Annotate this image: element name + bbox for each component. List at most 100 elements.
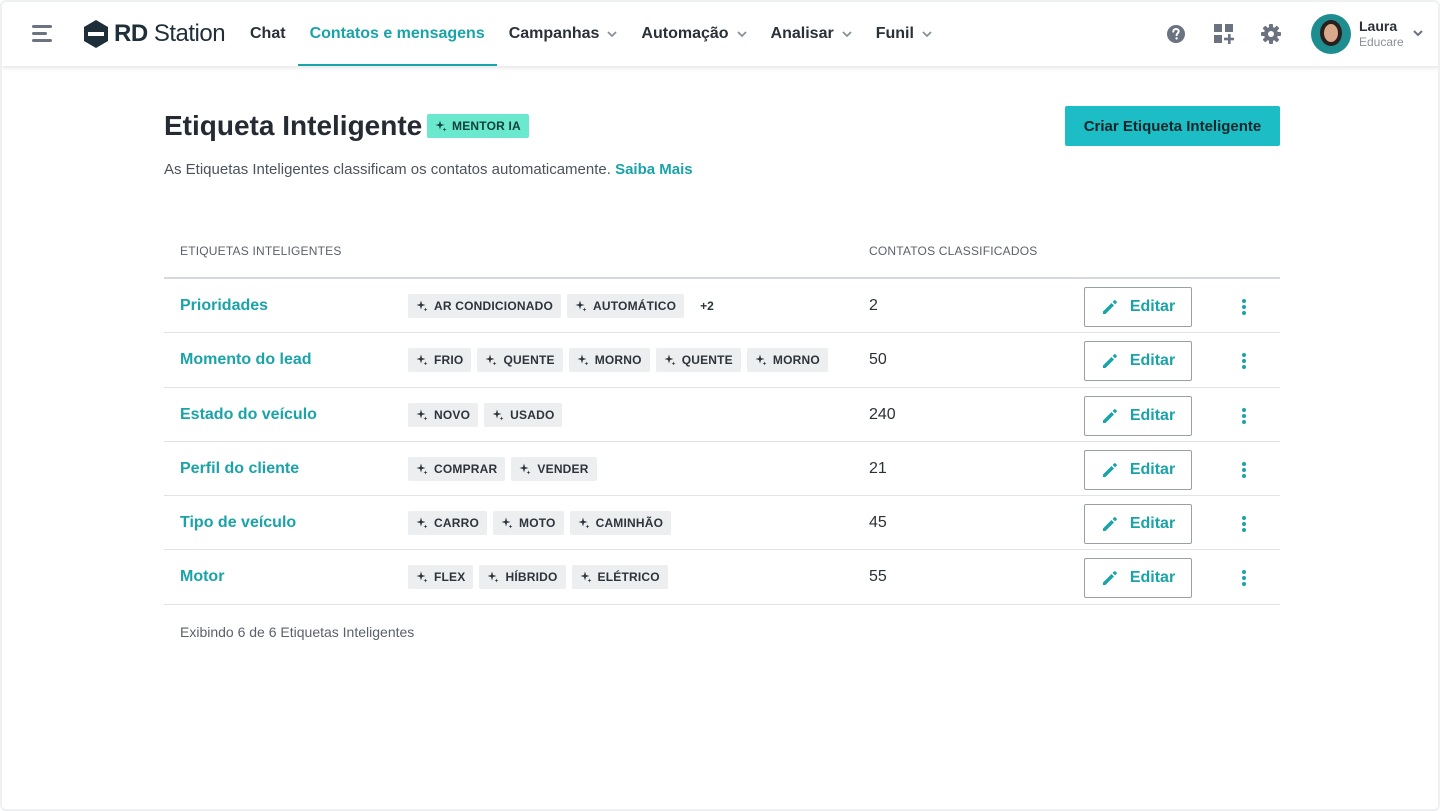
tag-chip: NOVO (408, 402, 479, 427)
classified-contacts-count: 45 (869, 514, 887, 532)
more-options-icon[interactable] (1238, 351, 1250, 371)
tag-chip: COMPRAR (408, 456, 506, 481)
sparkle-icon (519, 463, 531, 475)
more-options-icon[interactable] (1238, 568, 1250, 588)
pencil-icon (1102, 408, 1117, 423)
tag-chip: HÍBRIDO (479, 565, 566, 590)
smart-tag-name-link[interactable]: Prioridades (180, 297, 268, 315)
sparkle-icon (664, 354, 676, 366)
chevron-down-icon (607, 30, 618, 37)
more-options-icon[interactable] (1238, 406, 1250, 426)
nav-item-label: Automação (641, 25, 729, 42)
column-header-name: ETIQUETAS INTELIGENTES (180, 244, 342, 258)
table-row: Perfil do cliente COMPRAR VENDER 21 Editar (164, 442, 1280, 497)
brand-logo[interactable]: RD Station (82, 18, 226, 50)
more-options-icon[interactable] (1238, 297, 1250, 317)
sparkle-icon (416, 354, 428, 366)
more-options-icon[interactable] (1238, 514, 1250, 534)
classified-contacts-count: 50 (869, 351, 887, 369)
pencil-icon (1102, 462, 1117, 477)
user-name: Laura (1359, 18, 1398, 35)
edit-button-label: Editar (1129, 352, 1176, 370)
nav-item-4[interactable]: Analisar (759, 2, 864, 66)
sparkle-icon (487, 571, 499, 583)
sparkle-icon (578, 517, 590, 529)
more-options-icon[interactable] (1238, 460, 1250, 480)
tag-chip: CARRO (408, 511, 487, 536)
edit-button[interactable]: Editar (1084, 504, 1192, 545)
nav-item-5[interactable]: Funil (864, 2, 944, 66)
smart-tags-table: ETIQUETAS INTELIGENTES CONTATOS CLASSIFI… (164, 232, 1280, 605)
user-organization: Educare (1359, 35, 1404, 50)
more-tags-count[interactable]: +2 (700, 299, 714, 313)
tag-chip: CAMINHÃO (569, 511, 672, 536)
table-header: ETIQUETAS INTELIGENTES CONTATOS CLASSIFI… (164, 232, 1280, 279)
help-icon[interactable] (1165, 23, 1187, 45)
tag-list: AR CONDICIONADO AUTOMÁTICO +2 (408, 294, 714, 318)
edit-button[interactable]: Editar (1084, 558, 1192, 599)
pagination-summary: Exibindo 6 de 6 Etiquetas Inteligentes (180, 624, 415, 640)
column-header-count: CONTATOS CLASSIFICADOS (869, 244, 1038, 258)
sparkle-icon (435, 120, 447, 132)
classified-contacts-count: 55 (869, 568, 887, 586)
nav-item-label: Campanhas (508, 25, 600, 42)
sparkle-icon (580, 571, 592, 583)
sparkle-icon (416, 571, 428, 583)
smart-tag-name-link[interactable]: Momento do lead (180, 351, 312, 369)
edit-button[interactable]: Editar (1084, 449, 1192, 490)
chevron-down-icon (736, 30, 747, 37)
smart-tag-name-link[interactable]: Perfil do cliente (180, 460, 299, 478)
nav-item-label: Analisar (770, 25, 834, 42)
edit-button-label: Editar (1129, 298, 1176, 315)
apps-add-icon[interactable] (1213, 23, 1235, 45)
nav-item-label: Contatos e mensagens (309, 25, 485, 42)
smart-tag-name-link[interactable]: Motor (180, 568, 224, 586)
pencil-icon (1102, 517, 1117, 532)
tag-chip: AUTOMÁTICO (567, 294, 685, 318)
tag-list: CARRO MOTO CAMINHÃO (408, 511, 672, 536)
tag-list: FLEX HÍBRIDO ELÉTRICO (408, 565, 668, 590)
learn-more-link[interactable]: Saiba Mais (615, 161, 693, 178)
sparkle-icon (416, 409, 428, 421)
edit-button-label: Editar (1129, 569, 1176, 587)
sparkle-icon (575, 300, 587, 312)
edit-button-label: Editar (1129, 406, 1176, 424)
edit-button[interactable]: Editar (1084, 287, 1192, 327)
sparkle-icon (501, 517, 513, 529)
main-nav: Chat Contatos e mensagens Campanhas Automaç… (238, 2, 944, 66)
pencil-icon (1102, 300, 1117, 314)
tag-chip: FLEX (408, 565, 474, 590)
tag-chip: ELÉTRICO (571, 565, 668, 590)
sparkle-icon (416, 300, 428, 312)
edit-button[interactable]: Editar (1084, 395, 1192, 436)
tag-chip: USADO (484, 402, 563, 427)
tag-chip: QUENTE (477, 348, 563, 373)
tag-chip: FRIO (408, 348, 472, 373)
smart-tag-name-link[interactable]: Tipo de veículo (180, 514, 296, 532)
avatar (1311, 14, 1351, 54)
sparkle-icon (492, 409, 504, 421)
nav-item-1[interactable]: Contatos e mensagens (297, 2, 497, 66)
brand-name: RD Station (114, 20, 226, 47)
table-row: Tipo de veículo CARRO MOTO CAMINHÃO 45 Editar (164, 496, 1280, 551)
hamburger-menu-icon[interactable] (32, 25, 52, 42)
user-menu[interactable]: Laura Educare (1311, 14, 1423, 54)
tag-chip: QUENTE (655, 348, 741, 373)
nav-item-3[interactable]: Automação (629, 2, 758, 66)
gear-icon[interactable] (1260, 23, 1282, 45)
chevron-down-icon (842, 30, 852, 37)
pencil-icon (1102, 571, 1117, 586)
nav-item-2[interactable]: Campanhas (497, 2, 630, 66)
table-row: Estado do veículo NOVO USADO 240 Editar (164, 388, 1280, 442)
smart-tag-name-link[interactable]: Estado do veículo (180, 406, 317, 424)
sparkle-icon (485, 354, 497, 366)
page-description: As Etiquetas Inteligentes classificam os… (164, 161, 693, 178)
mentor-ia-badge: MENTOR IA (427, 114, 529, 138)
create-smart-tag-button[interactable]: Criar Etiqueta Inteligente (1065, 106, 1280, 146)
classified-contacts-count: 240 (869, 405, 896, 423)
nav-item-0[interactable]: Chat (238, 2, 298, 66)
table-row: Momento do lead FRIO QUENTE MORNO QUENTE MORN… (164, 333, 1280, 388)
nav-item-label: Funil (875, 25, 914, 42)
edit-button[interactable]: Editar (1084, 341, 1192, 382)
chevron-down-icon (922, 30, 932, 37)
